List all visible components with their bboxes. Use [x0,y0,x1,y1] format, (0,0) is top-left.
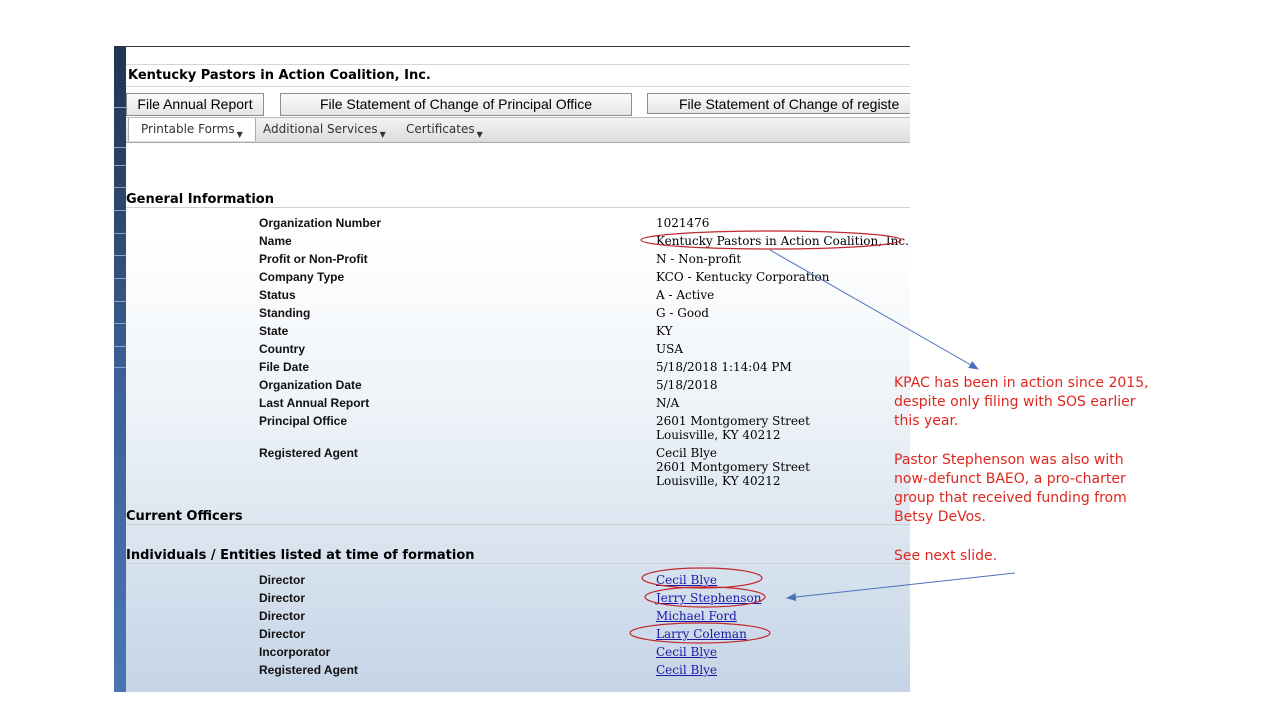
value-status: A - Active [656,288,715,302]
label-file-date: File Date [259,360,310,374]
menu-certificates[interactable]: Certificates ▼ [406,122,483,139]
dropdown-caret-icon: ▼ [236,130,243,139]
value-organization-number: 1021476 [656,216,710,230]
value-state: KY [656,324,673,338]
value-country: USA [656,342,683,356]
formation-name-link[interactable]: Larry Coleman [656,627,747,641]
menu-printable-forms[interactable]: Printable Forms ▼ [128,118,256,141]
value-principal-office-line2: Louisville, KY 40212 [656,428,781,442]
section-formation-individuals: Individuals / Entities listed at time of… [126,548,475,563]
file-annual-report-button[interactable]: File Annual Report [126,93,264,116]
file-change-registered-agent-button[interactable]: File Statement of Change of registe [647,93,910,114]
left-nav-bar [114,47,126,692]
value-name: Kentucky Pastors in Action Coalition, In… [656,234,909,248]
screenshot-panel: Kentucky Pastors in Action Coalition, In… [114,46,910,692]
annotation-kpac-note: KPAC has been in action since 2015, desp… [894,375,1149,429]
formation-name-link[interactable]: Jerry Stephenson [656,591,761,605]
formation-role: Registered Agent [259,663,358,677]
section-current-officers: Current Officers [126,509,243,524]
formation-role: Director [259,591,306,605]
label-organization-date: Organization Date [259,378,362,392]
formation-name-link[interactable]: Cecil Blye [656,573,717,587]
label-principal-office: Principal Office [259,414,348,428]
section-general-information: General Information [126,192,274,207]
formation-role: Director [259,609,306,623]
menu-additional-services[interactable]: Additional Services ▼ [263,122,386,139]
value-company-type: KCO - Kentucky Corporation [656,270,830,284]
value-last-annual-report: N/A [656,396,680,410]
formation-role: Director [259,627,306,641]
value-registered-agent-line1: Cecil Blye [656,446,718,460]
label-last-annual-report: Last Annual Report [259,396,370,410]
formation-name-link[interactable]: Cecil Blye [656,663,717,677]
label-company-type: Company Type [259,270,345,284]
dropdown-caret-icon: ▼ [379,130,386,139]
formation-role: Incorporator [259,645,331,659]
dropdown-caret-icon: ▼ [476,130,483,139]
value-principal-office-line1: 2601 Montgomery Street [656,414,810,428]
annotation-see-next-slide: See next slide. [894,548,998,564]
value-standing: G - Good [656,306,709,320]
value-organization-date: 5/18/2018 [656,378,718,392]
organization-title: Kentucky Pastors in Action Coalition, In… [128,68,431,83]
value-registered-agent-line3: Louisville, KY 40212 [656,474,781,488]
services-menu-bar: Printable Forms ▼ Additional Services ▼ Ce… [126,117,910,143]
file-change-principal-office-button[interactable]: File Statement of Change of Principal Of… [280,93,632,116]
value-registered-agent-line2: 2601 Montgomery Street [656,460,810,474]
label-country: Country [259,342,305,356]
formation-name-link[interactable]: Cecil Blye [656,645,717,659]
label-organization-number: Organization Number [259,216,382,230]
label-profit-nonprofit: Profit or Non-Profit [259,252,368,266]
value-profit-nonprofit: N - Non-profit [656,252,742,266]
label-name: Name [259,234,292,248]
label-registered-agent: Registered Agent [259,446,358,460]
label-state: State [259,324,289,338]
label-status: Status [259,288,296,302]
formation-role: Director [259,573,306,587]
formation-name-link[interactable]: Michael Ford [656,609,737,623]
label-standing: Standing [259,306,311,320]
value-file-date: 5/18/2018 1:14:04 PM [656,360,792,374]
annotation-stephenson-note: Pastor Stephenson was also with now-defu… [894,452,1127,525]
